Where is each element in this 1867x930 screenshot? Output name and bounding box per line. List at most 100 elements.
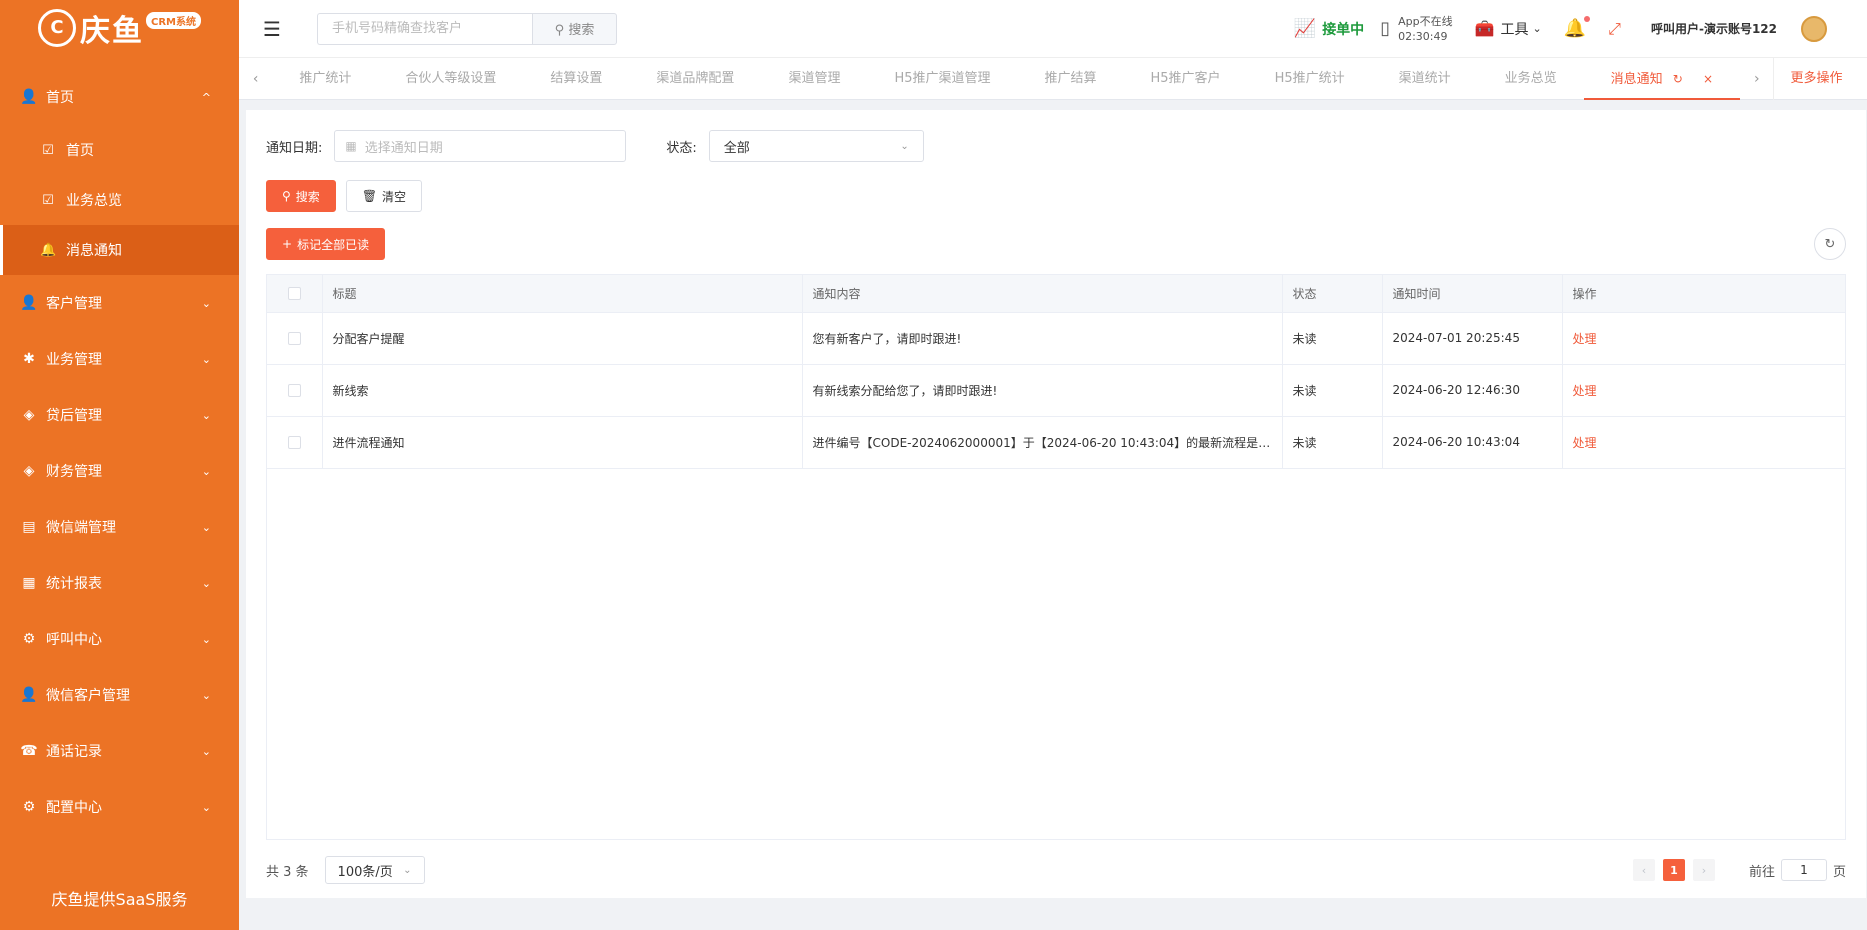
chevron-down-icon: ⌄ — [201, 800, 211, 814]
chevron-up-icon: ^ — [201, 90, 211, 104]
date-filter-label: 通知日期: — [266, 140, 323, 156]
page-number-current[interactable]: 1 — [1662, 859, 1685, 881]
sidebar-item-label: 财务管理 — [46, 464, 102, 480]
app-status-text: App不在线 — [1398, 14, 1453, 28]
sidebar-subitem-notifications[interactable]: 🔔 消息通知 — [0, 225, 239, 275]
process-link[interactable]: 处理 — [1573, 332, 1597, 346]
more-operations-dropdown[interactable]: 更多操作 ⌄ — [1773, 57, 1867, 127]
sidebar-item-call-records[interactable]: ☎ 通话记录 ⌄ — [0, 723, 239, 779]
date-picker[interactable]: ▦ 选择通知日期 — [334, 130, 627, 162]
tab-h5-channel-management[interactable]: H5推广渠道管理 — [867, 58, 1017, 100]
select-all-cell — [267, 275, 323, 313]
tab-h5-customers[interactable]: H5推广客户 — [1124, 58, 1248, 100]
tabs-scroll-left-icon[interactable]: ‹ — [239, 71, 272, 87]
chart-line-icon: 📈 — [1293, 18, 1317, 39]
sidebar-item-wechat[interactable]: ▤ 微信端管理 ⌄ — [0, 499, 239, 555]
clear-button[interactable]: 🗑 清空 — [345, 180, 423, 212]
header-search-button[interactable]: ⚲ 搜索 — [532, 12, 617, 45]
sidebar-item-business[interactable]: ✱ 业务管理 ⌄ — [0, 331, 239, 387]
col-header-content[interactable]: 通知内容 — [802, 275, 1283, 313]
notification-dot — [1584, 16, 1591, 22]
hamburger-menu-icon[interactable]: ☰ — [263, 17, 287, 41]
sidebar-item-label: 微信客户管理 — [46, 688, 130, 704]
process-link[interactable]: 处理 — [1573, 436, 1597, 450]
sidebar-item-label: 业务管理 — [46, 352, 102, 368]
tab-promotion-stats[interactable]: 推广统计 — [272, 58, 378, 100]
sidebar-subitem-home[interactable]: ☑ 首页 — [0, 125, 239, 175]
cell-title: 新线索 — [322, 364, 803, 417]
user-icon: 👤 — [20, 687, 38, 703]
avatar[interactable] — [1801, 15, 1827, 42]
gear-icon: ⚙ — [22, 799, 36, 815]
cell-actions: 处理 — [1562, 416, 1845, 469]
phone-device-icon: ▯ — [1380, 18, 1391, 39]
logo: C 庆鱼 CRM系统 — [0, 0, 239, 55]
mark-all-read-button[interactable]: + 标记全部已读 — [266, 228, 386, 260]
sidebar-item-label: 客户管理 — [46, 296, 102, 312]
tab-partner-level[interactable]: 合伙人等级设置 — [378, 58, 523, 100]
row-checkbox[interactable] — [287, 436, 301, 449]
cell-status: 未读 — [1282, 312, 1383, 365]
tab-channel-management[interactable]: 渠道管理 — [761, 58, 867, 100]
header-right: 📈 接单中 ▯ App不在线 02:30:49 🧰 工具 ⌄ 🔔 ⤢ 呼叫用户-… — [1294, 0, 1867, 57]
select-all-checkbox[interactable] — [287, 287, 301, 301]
cell-time: 2024-07-01 20:25:45 — [1382, 312, 1563, 365]
next-page-button[interactable]: › — [1692, 859, 1715, 881]
sidebar-item-reports[interactable]: ▦ 统计报表 ⌄ — [0, 555, 239, 611]
row-checkbox[interactable] — [287, 332, 301, 345]
cell-time: 2024-06-20 10:43:04 — [1382, 416, 1563, 469]
sidebar-item-finance[interactable]: ◈ 财务管理 ⌄ — [0, 443, 239, 499]
search-icon: ⚲ — [282, 189, 291, 203]
notification-bell[interactable]: 🔔 — [1564, 16, 1591, 39]
customer-search: ⚲ 搜索 — [317, 12, 617, 45]
tab-settlement-settings[interactable]: 结算设置 — [523, 58, 629, 100]
chevron-down-icon: ⌄ — [201, 408, 211, 422]
table-row: 进件流程通知 进件编号【CODE-2024062000001】于【2024-06… — [267, 416, 1845, 469]
chevron-down-icon: ⌄ — [201, 576, 211, 590]
close-icon[interactable]: × — [1703, 72, 1713, 86]
prev-page-button[interactable]: ‹ — [1632, 859, 1655, 881]
col-header-status[interactable]: 状态 — [1282, 275, 1383, 313]
fullscreen-icon[interactable]: ⤢ — [1608, 19, 1621, 39]
sidebar-item-label: 呼叫中心 — [46, 632, 102, 648]
col-header-time[interactable]: 通知时间 — [1382, 275, 1563, 313]
sidebar-item-call-center[interactable]: ⚙ 呼叫中心 ⌄ — [0, 611, 239, 667]
checkbox-icon: ☑ — [42, 142, 54, 158]
col-header-title[interactable]: 标题 — [322, 275, 803, 313]
tools-dropdown[interactable]: 🧰 工具 ⌄ — [1475, 19, 1542, 39]
refresh-icon[interactable]: ↻ — [1673, 72, 1683, 86]
date-placeholder: 选择通知日期 — [364, 140, 443, 156]
tab-notifications[interactable]: 消息通知 ↻ × — [1583, 58, 1741, 100]
tab-channel-stats[interactable]: 渠道统计 — [1372, 58, 1478, 100]
order-status-toggle[interactable]: 📈 接单中 — [1294, 18, 1364, 39]
table-refresh-button[interactable]: ↻ — [1814, 228, 1846, 260]
sidebar: C 庆鱼 CRM系统 👤 首页 ^ ☑ 首页 ☑ 业务总览 🔔 消息通知 👤 客… — [0, 0, 239, 930]
tab-business-overview[interactable]: 业务总览 — [1478, 58, 1584, 100]
tabs-scroll-right-icon[interactable]: › — [1740, 71, 1773, 87]
tab-promotion-settlement[interactable]: 推广结算 — [1018, 58, 1124, 100]
sidebar-subitem-business-overview[interactable]: ☑ 业务总览 — [0, 175, 239, 225]
user-name[interactable]: 呼叫用户-演示账号122 — [1651, 20, 1777, 37]
chevron-down-icon: ⌄ — [1532, 22, 1542, 35]
calendar-icon: ▦ — [345, 139, 357, 153]
sidebar-item-post-loan[interactable]: ◈ 贷后管理 ⌄ — [0, 387, 239, 443]
sidebar-item-home[interactable]: 👤 首页 ^ — [0, 69, 239, 125]
sidebar-item-config[interactable]: ⚙ 配置中心 ⌄ — [0, 779, 239, 835]
row-checkbox[interactable] — [287, 384, 301, 397]
sidebar-item-customer[interactable]: 👤 客户管理 ⌄ — [0, 275, 239, 331]
sidebar-item-label: 首页 — [66, 143, 94, 159]
logo-text: 庆鱼 — [80, 13, 144, 49]
sidebar-item-wechat-customer[interactable]: 👤 微信客户管理 ⌄ — [0, 667, 239, 723]
sidebar-item-label: 贷后管理 — [46, 408, 102, 424]
plus-icon: + — [282, 237, 293, 251]
search-button[interactable]: ⚲ 搜索 — [266, 180, 336, 212]
pager-controls: ‹ 1 › 前往 页 — [1629, 859, 1846, 881]
page-size-select[interactable]: 100条/页 ⌄ — [324, 856, 425, 884]
more-operations-label: 更多操作 — [1790, 70, 1843, 86]
process-link[interactable]: 处理 — [1573, 384, 1597, 398]
phone-search-input[interactable] — [317, 12, 532, 45]
status-select[interactable]: 全部 ⌄ — [708, 130, 924, 162]
tab-channel-brand[interactable]: 渠道品牌配置 — [629, 58, 761, 100]
goto-page-input[interactable] — [1780, 859, 1827, 881]
tab-h5-stats[interactable]: H5推广统计 — [1248, 58, 1372, 100]
